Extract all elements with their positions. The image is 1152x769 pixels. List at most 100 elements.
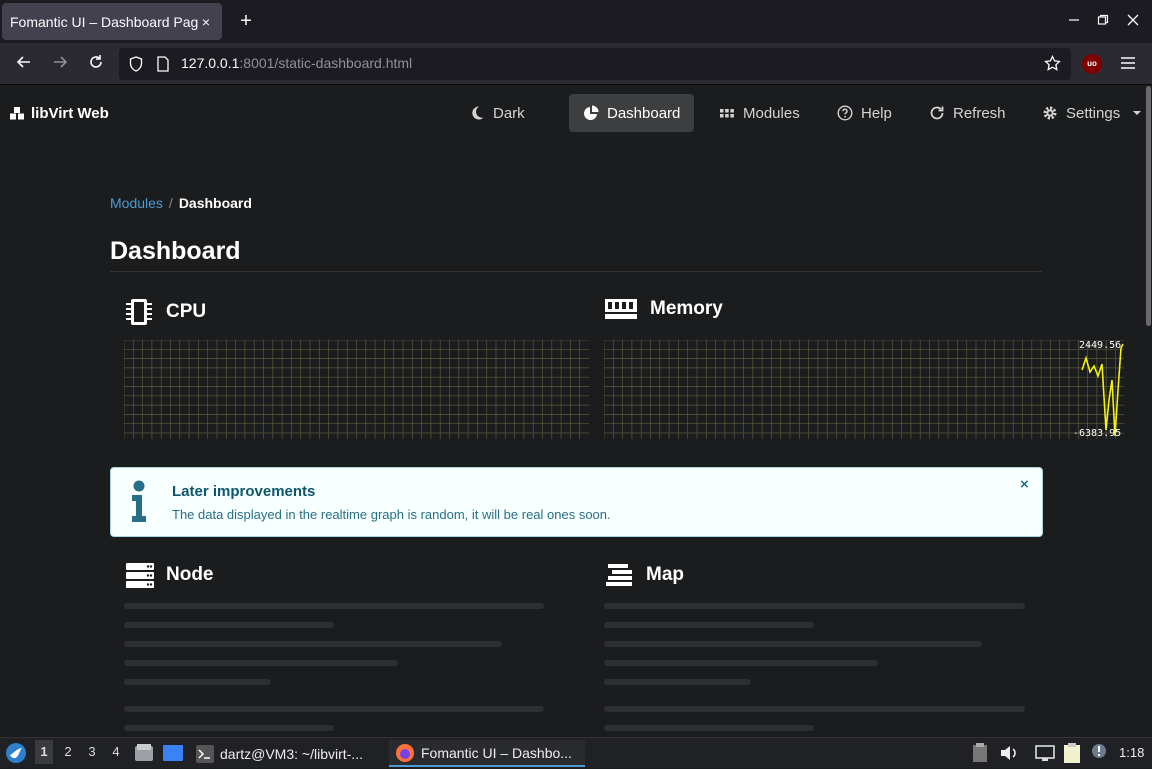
memory-max-label: 2449.56 bbox=[1079, 340, 1122, 351]
shield-icon[interactable] bbox=[129, 56, 143, 77]
file-manager-icon[interactable] bbox=[134, 743, 154, 768]
cpu-title: CPU bbox=[166, 301, 207, 322]
caret-down-icon bbox=[1133, 111, 1142, 115]
dashboard-label: Dashboard bbox=[607, 104, 681, 122]
graph-gridlines bbox=[124, 340, 589, 439]
grid-icon bbox=[720, 109, 734, 118]
cpu-realtime-graph bbox=[124, 340, 589, 439]
workspace-3[interactable]: 3 bbox=[83, 744, 101, 759]
placeholder-line bbox=[124, 622, 334, 628]
node-header: Node bbox=[126, 562, 214, 588]
settings-label: Settings bbox=[1066, 104, 1121, 122]
reload-icon[interactable] bbox=[82, 50, 110, 78]
page-icon[interactable] bbox=[157, 56, 169, 77]
page-scrollbar[interactable] bbox=[1146, 86, 1151, 326]
terminal-task[interactable]: dartz@VM3: ~/libvirt-... bbox=[190, 740, 369, 767]
placeholder-line bbox=[604, 603, 1025, 609]
placeholder-line bbox=[124, 660, 398, 666]
dark-mode-toggle[interactable]: Dark bbox=[455, 94, 539, 132]
taskbar-clock: 1:18 bbox=[1119, 745, 1145, 760]
brand-label: libVirt Web bbox=[31, 105, 109, 122]
breadcrumb-modules-link[interactable]: Modules bbox=[110, 195, 163, 211]
page-content: libVirt Web Dark Dashboard Modules Help … bbox=[0, 86, 1152, 737]
refresh-label: Refresh bbox=[953, 104, 1006, 122]
menu-item-settings[interactable]: Settings bbox=[1028, 94, 1152, 132]
workspace-4[interactable]: 4 bbox=[107, 744, 125, 759]
placeholder-line bbox=[604, 679, 751, 685]
back-icon[interactable] bbox=[10, 50, 38, 78]
cpu-header: CPU bbox=[124, 297, 206, 327]
url-text[interactable]: 127.0.0.1:8001/static-dashboard.html bbox=[181, 55, 412, 71]
close-window-icon[interactable] bbox=[1119, 8, 1147, 34]
dark-label: Dark bbox=[493, 104, 525, 122]
modules-label: Modules bbox=[743, 104, 800, 122]
tab-title: Fomantic UI – Dashboard Page bbox=[10, 13, 198, 30]
memory-icon bbox=[605, 299, 637, 319]
top-menu: libVirt Web Dark Dashboard Modules Help … bbox=[0, 86, 1146, 141]
moon-icon bbox=[472, 106, 484, 120]
ublock-extension-icon[interactable]: uo bbox=[1082, 54, 1102, 74]
cpu-graph-grid bbox=[124, 340, 589, 439]
map-header: Map bbox=[606, 562, 684, 588]
placeholder-line bbox=[604, 660, 878, 666]
memory-title: Memory bbox=[650, 298, 723, 319]
terminal-icon bbox=[196, 744, 214, 763]
help-label: Help bbox=[861, 104, 892, 122]
bookmark-star-icon[interactable] bbox=[1044, 54, 1061, 77]
clipboard-icon[interactable] bbox=[972, 743, 988, 768]
menu-item-help[interactable]: Help bbox=[823, 94, 906, 132]
align-icon bbox=[606, 564, 632, 586]
workspace-1[interactable]: 1 bbox=[35, 740, 53, 764]
memory-min-label: -6383.95 bbox=[1073, 428, 1122, 439]
url-bar[interactable]: 127.0.0.1:8001/static-dashboard.html bbox=[119, 48, 1071, 80]
new-tab-button[interactable]: + bbox=[234, 8, 258, 34]
network-icon[interactable] bbox=[1035, 743, 1055, 768]
firefox-icon bbox=[396, 743, 414, 762]
server-icon bbox=[126, 563, 154, 588]
tab-close-icon[interactable]: × bbox=[198, 14, 214, 30]
browser-nav-bar: 127.0.0.1:8001/static-dashboard.html bbox=[0, 43, 1152, 85]
start-menu-icon[interactable] bbox=[5, 742, 27, 769]
memory-trace-line bbox=[1081, 343, 1124, 437]
placeholder-line bbox=[604, 706, 1025, 712]
volume-icon[interactable] bbox=[999, 743, 1019, 768]
forward-icon[interactable] bbox=[46, 50, 74, 78]
breadcrumb-divider: / bbox=[168, 195, 173, 211]
menu-item-dashboard[interactable]: Dashboard bbox=[569, 94, 695, 132]
brand[interactable]: libVirt Web bbox=[10, 105, 109, 122]
minimize-icon[interactable] bbox=[1060, 8, 1088, 34]
placeholder-line bbox=[604, 622, 814, 628]
memory-header: Memory bbox=[604, 297, 723, 321]
redo-icon bbox=[930, 106, 944, 120]
placeholder-line bbox=[124, 706, 544, 712]
info-message: Later improvements The data displayed in… bbox=[110, 467, 1043, 537]
gear-icon bbox=[1043, 106, 1057, 120]
hamburger-menu-icon[interactable] bbox=[1114, 50, 1142, 78]
message-text: The data displayed in the realtime graph… bbox=[172, 507, 611, 522]
placeholder-line bbox=[604, 725, 814, 731]
desktop-taskbar: 1 2 3 4 dartz@VM3: ~/libvirt-... Fomanti… bbox=[0, 737, 1152, 768]
firefox-task[interactable]: Fomantic UI – Dashbo... bbox=[389, 740, 585, 767]
microchip-icon bbox=[126, 299, 152, 325]
restore-icon[interactable] bbox=[1089, 8, 1117, 34]
menu-item-refresh[interactable]: Refresh bbox=[915, 94, 1020, 132]
workspace-2[interactable]: 2 bbox=[59, 744, 77, 759]
node-title: Node bbox=[166, 564, 214, 585]
placeholder-line bbox=[124, 725, 334, 731]
message-close-icon[interactable]: × bbox=[1020, 476, 1029, 493]
notification-icon[interactable] bbox=[1090, 742, 1108, 765]
terminal-task-label: dartz@VM3: ~/libvirt-... bbox=[220, 745, 363, 762]
browser-tab-bar: Fomantic UI – Dashboard Page × + bbox=[0, 0, 1152, 43]
map-title: Map bbox=[646, 564, 684, 585]
placeholder-line bbox=[124, 641, 502, 647]
menu-item-modules[interactable]: Modules bbox=[705, 94, 814, 132]
placeholder-line bbox=[124, 603, 544, 609]
pie-chart-icon bbox=[584, 105, 599, 120]
title-divider bbox=[110, 271, 1042, 272]
placeholder-line bbox=[124, 679, 271, 685]
cubes-icon bbox=[10, 107, 24, 120]
browser-tab[interactable]: Fomantic UI – Dashboard Page × bbox=[2, 3, 222, 40]
show-desktop-icon[interactable] bbox=[162, 744, 184, 767]
info-icon bbox=[132, 480, 146, 522]
notes-icon[interactable] bbox=[1062, 742, 1082, 769]
